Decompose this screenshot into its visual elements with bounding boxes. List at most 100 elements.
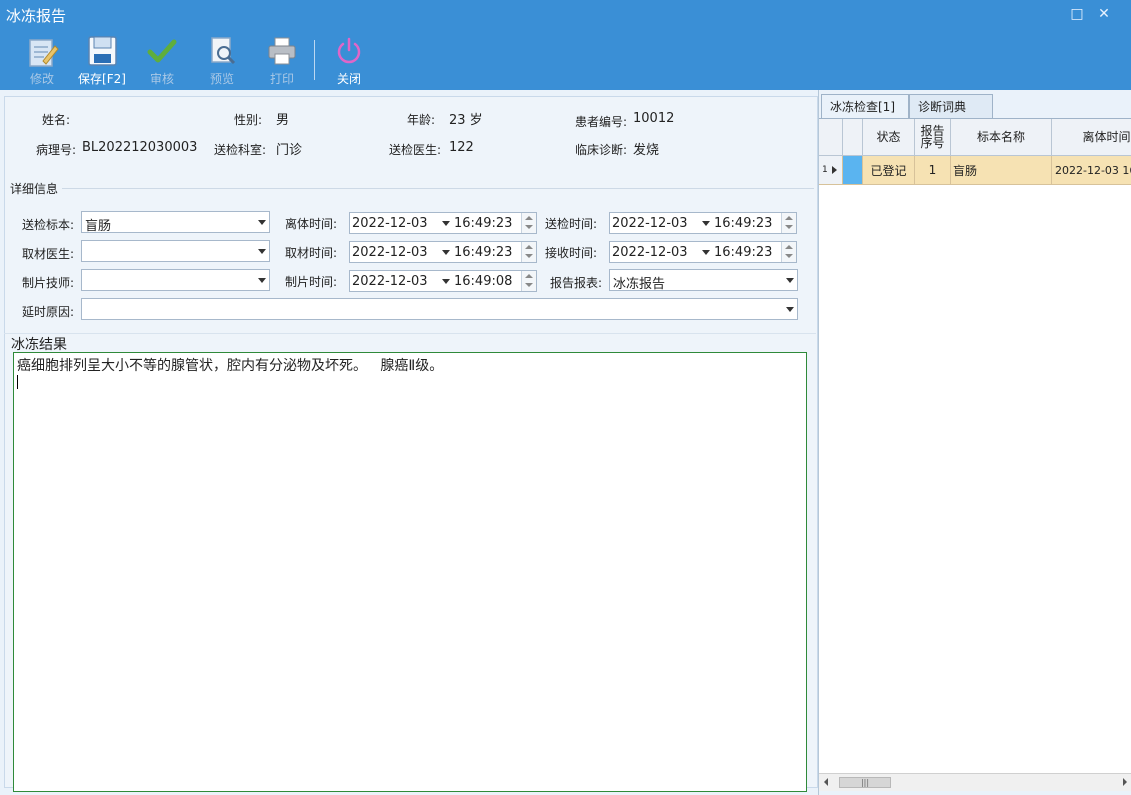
chevron-down-icon[interactable] [442,279,450,284]
chevron-down-icon[interactable] [702,221,710,226]
specimen-value: 盲肠 [85,219,112,234]
printer-icon [268,37,296,65]
detach-time-label: 离体时间: [285,217,338,231]
title-bar: 冰冻报告 □ ✕ [0,0,1131,30]
submit-time-picker[interactable]: 2022-12-03 16:49:23 [609,212,797,234]
diagnosis-value: 发烧 [633,143,660,158]
table-row[interactable]: 1 已登记 1 盲肠 2022-12-03 16 [819,156,1131,185]
chevron-down-icon[interactable] [702,250,710,255]
scroll-left-icon[interactable] [824,778,828,786]
spinner[interactable] [521,271,536,291]
row-indicator [843,156,863,184]
close-button[interactable]: 关闭 [319,32,379,88]
maximize-icon[interactable]: □ [1069,6,1085,22]
preview-button[interactable]: 预览 [192,32,252,88]
spinner[interactable] [781,213,796,233]
spinner[interactable] [781,242,796,262]
row-number-text: 1 [822,165,828,175]
power-icon [337,37,361,64]
submit-time: 16:49:23 [714,216,773,231]
edit-icon [29,39,59,67]
toolbar-separator [314,40,315,80]
close-button-label: 关闭 [336,72,361,86]
print-button[interactable]: 打印 [252,32,312,88]
spin-up-icon[interactable] [525,245,533,249]
toolbar: 修改 保存[F2] 审核 预览 打印 关闭 [0,30,1131,90]
save-icon [88,36,117,66]
column-header-detach-time[interactable]: 离体时间 [1052,119,1131,155]
column-header-report-seq[interactable]: 报告序号 [915,119,951,155]
delay-reason-combo[interactable] [81,298,798,320]
technician-label: 制片技师: [22,276,75,290]
spinner[interactable] [521,242,536,262]
column-header-status[interactable]: 状态 [863,119,915,155]
pathology-no-label: 病理号: [36,143,77,157]
age-value: 23 岁 [449,113,483,128]
cell-detach-time: 2022-12-03 16 [1052,156,1131,184]
result-textarea[interactable]: 癌细胞排列呈大小不等的腺管状，腔内有分泌物及坏死。 腺癌Ⅱ级。 [13,352,807,792]
specimen-combo[interactable]: 盲肠 [81,211,270,234]
indicator-column-header [843,119,863,155]
grid-header: 状态 报告序号 标本名称 离体时间 [819,119,1131,156]
text-caret [17,375,18,389]
spin-up-icon[interactable] [785,216,793,220]
slide-date: 2022-12-03 [352,274,428,289]
sampling-doctor-combo[interactable] [81,240,270,262]
report-form-label: 报告报表: [550,276,603,290]
spin-up-icon[interactable] [525,274,533,278]
pathology-no-value: BL202212030003 [82,140,198,155]
gender-value: 男 [276,113,290,128]
preview-button-label: 预览 [209,72,234,86]
sampling-time-picker[interactable]: 2022-12-03 16:49:23 [349,241,537,263]
spinner[interactable] [521,213,536,233]
chevron-down-icon [258,220,266,225]
edit-button[interactable]: 修改 [12,32,72,88]
cell-report-seq: 1 [915,156,951,184]
gender-label: 性别: [234,113,263,127]
receive-time-label: 接收时间: [545,246,598,260]
detach-time: 16:49:23 [454,216,513,231]
sampling-time-label: 取材时间: [285,246,338,260]
spin-down-icon[interactable] [525,225,533,229]
audit-button[interactable]: 审核 [132,32,192,88]
column-header-specimen[interactable]: 标本名称 [951,119,1052,155]
row-header-corner [819,119,843,155]
chevron-down-icon [786,278,794,283]
spin-up-icon[interactable] [525,216,533,220]
name-label: 姓名: [42,113,71,127]
dept-label: 送检科室: [214,143,267,157]
spin-down-icon[interactable] [785,225,793,229]
spin-down-icon[interactable] [785,254,793,258]
scroll-thumb[interactable]: ||| [839,777,891,788]
delay-reason-label: 延时原因: [22,305,75,319]
scroll-right-icon[interactable] [1123,778,1127,786]
audit-button-label: 审核 [149,72,174,86]
row-number: 1 [819,156,843,184]
chevron-down-icon[interactable] [442,221,450,226]
receive-date: 2022-12-03 [612,245,688,260]
exam-grid: 状态 报告序号 标本名称 离体时间 1 已登记 1 盲肠 2022-12-03 … [819,118,1131,782]
spin-up-icon[interactable] [785,245,793,249]
tab-diagnosis-dictionary[interactable]: 诊断词典 [909,94,993,118]
age-label: 年龄: [407,113,436,127]
spin-down-icon[interactable] [525,254,533,258]
details-section-title: 详细信息 [10,182,59,196]
spin-down-icon[interactable] [525,283,533,287]
receive-time-picker[interactable]: 2022-12-03 16:49:23 [609,241,797,263]
dept-value: 门诊 [276,143,303,158]
horizontal-scrollbar[interactable]: ||| [819,773,1131,791]
chevron-down-icon[interactable] [442,250,450,255]
detach-time-picker[interactable]: 2022-12-03 16:49:23 [349,212,537,234]
technician-combo[interactable] [81,269,270,291]
tab-frozen-exam[interactable]: 冰冻检查[1] [821,94,909,118]
print-button-label: 打印 [269,72,294,86]
slide-time-picker[interactable]: 2022-12-03 16:49:08 [349,270,537,292]
save-button[interactable]: 保存[F2] [72,32,132,88]
window-title: 冰冻报告 [6,7,67,25]
save-button-label: 保存[F2] [78,72,126,86]
report-form-combo[interactable]: 冰冻报告 [609,269,798,292]
detach-date: 2022-12-03 [352,216,428,231]
close-window-icon[interactable]: ✕ [1096,6,1112,22]
patient-no-value: 10012 [633,111,675,126]
receive-time: 16:49:23 [714,245,773,260]
